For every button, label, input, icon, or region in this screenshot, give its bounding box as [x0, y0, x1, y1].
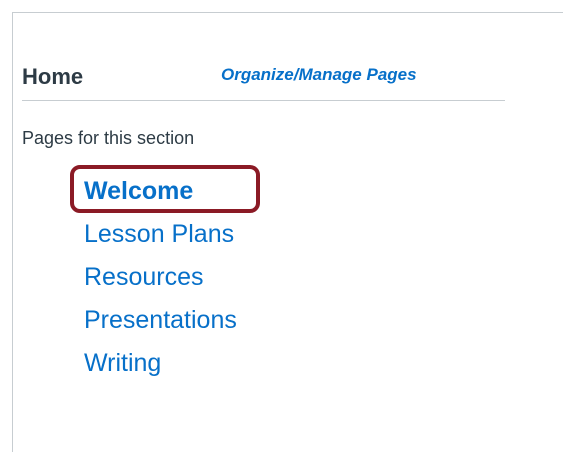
- page-link-welcome[interactable]: Welcome: [84, 170, 237, 213]
- page-title: Home: [22, 64, 84, 89]
- section-label: Pages for this section: [22, 128, 195, 148]
- page-link-presentations[interactable]: Presentations: [84, 299, 237, 342]
- page-link-resources[interactable]: Resources: [84, 256, 237, 299]
- page-link-writing[interactable]: Writing: [84, 342, 237, 385]
- organize-manage-pages-link[interactable]: Organize/Manage Pages: [221, 65, 417, 85]
- pages-header: Home Organize/Manage Pages: [22, 56, 505, 101]
- page-links-list: Welcome Lesson Plans Resources Presentat…: [84, 170, 237, 385]
- page-link-lesson-plans[interactable]: Lesson Plans: [84, 213, 237, 256]
